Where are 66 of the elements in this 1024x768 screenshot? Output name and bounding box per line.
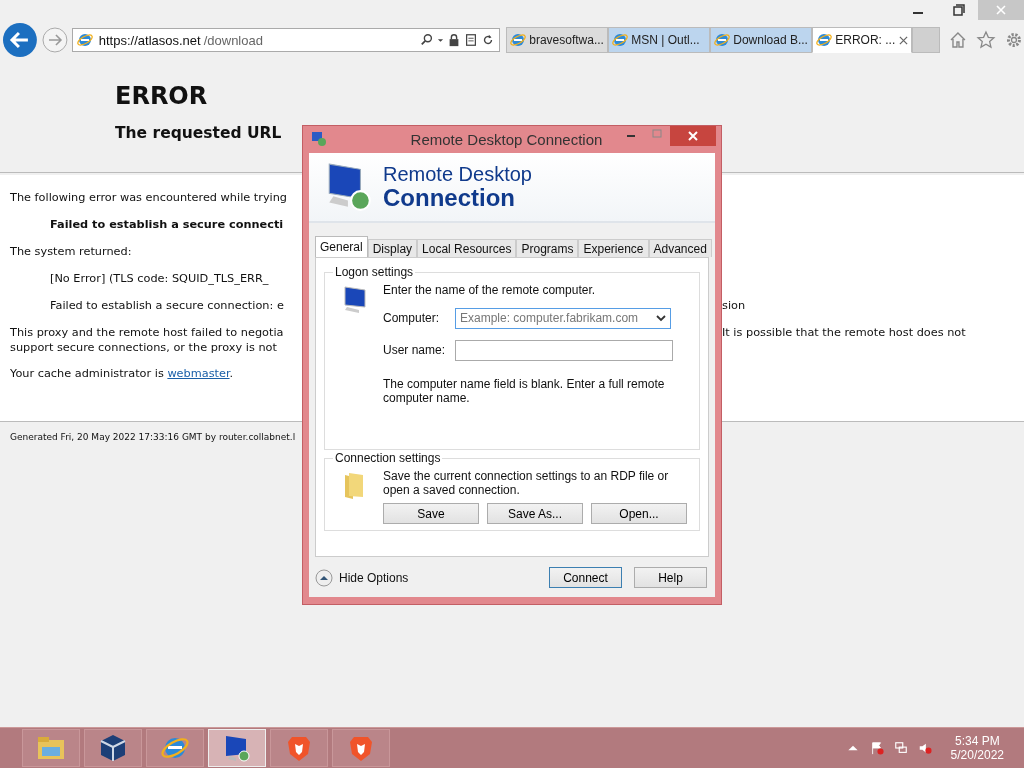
file-button[interactable]: Save: [383, 503, 479, 524]
browser-tab[interactable]: Download B...: [710, 27, 813, 53]
browser-icon: [714, 32, 731, 48]
instruction-text: Enter the name of the remote computer.: [383, 283, 597, 297]
browser-tab[interactable]: bravesoftwa...: [506, 27, 609, 53]
dialog-tab[interactable]: Local Resources: [417, 239, 517, 257]
dialog-tab[interactable]: Advanced: [648, 239, 712, 257]
flag-icon[interactable]: [869, 741, 884, 755]
error-subheading: The requested URL: [115, 124, 282, 142]
body-text: This proxy and the remote host failed to negotia: [10, 326, 284, 339]
webmaster-link[interactable]: webmaster: [167, 367, 230, 380]
group-legend: Connection settings: [333, 451, 443, 465]
file-button[interactable]: Save As...: [487, 503, 583, 524]
hide-options-link[interactable]: Hide Options: [339, 570, 409, 585]
browser-icon: [510, 32, 527, 48]
url-host: https://atlasos.net: [98, 32, 201, 48]
browser-tab[interactable]: ERROR: ...: [812, 27, 913, 53]
dialog-tab[interactable]: Display: [367, 239, 418, 257]
field-label: User name:: [383, 343, 447, 357]
url-path: /download: [203, 32, 263, 48]
error-heading: ERROR: [115, 82, 209, 110]
chevron-down-icon[interactable]: [656, 313, 666, 323]
body-text: Failed to establish a secure connection: e: [50, 299, 284, 312]
browser-tab[interactable]: MSN | Outl...: [608, 27, 711, 53]
dialog-tab[interactable]: Programs: [516, 239, 579, 257]
search-icon[interactable]: [420, 33, 435, 47]
browser-icon: [76, 32, 93, 48]
close-icon[interactable]: [670, 126, 716, 146]
body-text: support secure connections, or the proxy is not: [10, 341, 277, 354]
field-label: Computer:: [383, 311, 441, 325]
speaker-muted-icon[interactable]: [917, 741, 932, 755]
body-text: [No Error] (TLS code: SQUID_TLS_ERR_: [50, 272, 269, 285]
body-text: Failed to establish a secure connecti: [50, 218, 284, 231]
computer-combo-box[interactable]: Example: computer.fabrikam.com: [455, 307, 671, 329]
network-icon[interactable]: [893, 741, 908, 755]
clock[interactable]: 5:34 PM 5/20/2022: [950, 734, 1004, 762]
banner-title: Connection: [383, 184, 515, 211]
file-button[interactable]: Open...: [591, 503, 687, 524]
close-icon[interactable]: [899, 35, 909, 45]
body-text: sion: [722, 299, 746, 312]
description-text: Save the current connection settings to an RDP file or open a saved connection.: [383, 469, 670, 497]
cube-icon: [98, 733, 128, 763]
connect-button[interactable]: Connect: [549, 567, 622, 588]
body-text: It is possible that the remote host does not: [722, 326, 966, 339]
settings-icon[interactable]: [1004, 30, 1024, 50]
dialog-tab[interactable]: General: [315, 236, 368, 257]
body-text: The system returned:: [10, 245, 132, 258]
help-button[interactable]: Help: [634, 567, 707, 588]
footer-text: Generated Fri, 20 May 2022 17:33:16 GMT by router.collabnet.l: [10, 432, 296, 442]
star-icon[interactable]: [976, 30, 997, 50]
document-icon[interactable]: [464, 33, 479, 47]
monitor-icon: [311, 131, 327, 147]
group-legend: Logon settings: [333, 265, 416, 279]
collapse-icon[interactable]: [315, 568, 333, 587]
dialog-tab[interactable]: Experience: [578, 239, 649, 257]
user-name-field[interactable]: [455, 339, 673, 361]
back-icon[interactable]: [2, 22, 38, 58]
hint-text: The computer name field is blank. Enter a full remote computer name.: [383, 377, 666, 405]
browser-icon: [612, 32, 629, 48]
browser-icon: [816, 32, 833, 48]
body-text: The following error was encountered while trying: [10, 191, 288, 204]
banner-title: Remote Desktop: [383, 163, 532, 185]
address-bar[interactable]: https://atlasos.net /download: [71, 28, 501, 52]
dialog-title: Remote Desktop Connection: [409, 131, 604, 148]
admin-sentence: Your cache administrator is webmaster.: [10, 367, 234, 380]
taskbar-app[interactable]: [84, 729, 142, 767]
